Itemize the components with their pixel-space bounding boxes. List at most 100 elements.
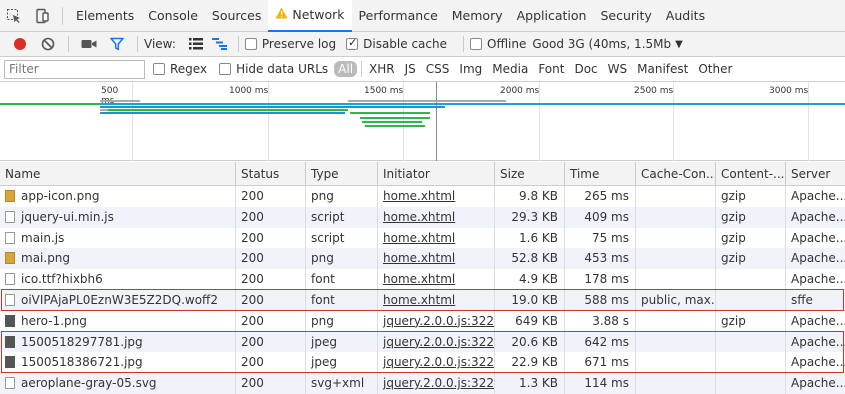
tab-console[interactable]: Console [141,0,205,32]
tab-security[interactable]: Security [593,0,658,32]
checkbox-box-checked[interactable] [346,36,359,50]
initiator-link[interactable]: jquery.2.0.0.js:3220 [377,352,494,374]
large-rows-button[interactable] [184,32,208,57]
initiator-link[interactable]: jquery.2.0.0.js:3220 [377,331,494,353]
column-header-server[interactable]: Server [785,162,845,186]
column-header-content-encoding[interactable]: Content-... [715,162,785,186]
filter-chip-ws[interactable]: WS [605,61,630,77]
tab-memory[interactable]: Memory [445,0,510,32]
cache-control-cell [635,269,715,290]
inspect-element-icon[interactable] [0,0,28,32]
toolbar-divider [68,36,69,52]
table-row[interactable]: 1500518386721.jpg 200 jpeg jquery.2.0.0.js:… [0,352,845,374]
type-cell: jpeg [305,331,377,353]
timeline-tick-label: 1500 ms [364,86,404,96]
initiator-link[interactable]: home.xhtml [377,269,494,290]
filter-chip-js[interactable]: JS [402,61,419,77]
disable-cache-checkbox[interactable]: Disable cache [346,36,447,51]
timeline-tick-label: 1000 ms [229,86,269,96]
cache-control-cell: public, max... [635,289,715,311]
hide-data-urls-label: Hide data URLs [236,62,329,76]
timeline-tick: 2500 ms [634,82,674,161]
column-header-initiator[interactable]: Initiator [377,162,494,186]
column-header-time[interactable]: Time [564,162,635,186]
server-cell: Apache... [785,206,845,228]
column-header-status[interactable]: Status [235,162,305,186]
initiator-link[interactable]: home.xhtml [377,206,494,228]
time-cell: 642 ms [564,331,635,353]
filter-chip-doc[interactable]: Doc [571,61,600,77]
initiator-link[interactable]: home.xhtml [377,227,494,249]
time-cell: 409 ms [564,206,635,228]
timeline-overview[interactable]: 500 ms 1000 ms 1500 ms 2000 ms 2500 ms 3… [0,82,845,161]
filter-chip-manifest[interactable]: Manifest [634,61,691,77]
view-label: View: [144,37,176,51]
status-cell: 200 [235,310,305,332]
initiator-link[interactable]: home.xhtml [377,186,494,207]
type-cell: png [305,248,377,270]
tab-label: Audits [665,8,706,23]
status-cell: 200 [235,373,305,394]
filter-chip-all[interactable]: All [334,61,358,77]
throttling-select[interactable]: Good 3G (40ms, 1.5Mb ▼ [532,37,682,51]
clear-button[interactable] [34,32,62,57]
checkbox-box[interactable] [219,63,232,75]
video-camera-icon [81,40,97,48]
column-header-size[interactable]: Size [494,162,564,186]
table-row[interactable]: oiVIPAjaPL0EznW3E5Z2DQ.woff2 200 font home.… [0,289,845,311]
initiator-link[interactable]: home.xhtml [377,289,494,311]
tab-audits[interactable]: Audits [659,0,712,32]
table-row[interactable]: main.js 200 script home.xhtml 1.6 KB 75 ms gzi… [0,227,845,249]
capture-screenshots-button[interactable] [75,32,103,57]
tab-label: Application [516,8,587,23]
table-row[interactable]: ico.ttf?hixbh6 200 font home.xhtml 4.9 KB 178… [0,269,845,290]
toolbar-divider [237,36,239,52]
requests-table-header: Name Status Type Initiator Size Time Cac… [0,162,845,186]
checkbox-box[interactable] [470,38,482,50]
checkbox-box[interactable] [153,63,165,75]
column-header-cache-control[interactable]: Cache-Con... [635,162,715,186]
initiator-link[interactable]: home.xhtml [377,248,494,270]
record-button[interactable] [6,32,34,57]
tab-performance[interactable]: Performance [352,0,445,32]
tab-label: Security [600,8,652,23]
initiator-link[interactable]: jquery.2.0.0.js:3220 [377,373,494,394]
table-row[interactable]: jquery-ui.min.js 200 script home.xhtml 29.3 … [0,206,845,228]
preserve-log-checkbox[interactable]: Preserve log [244,37,336,51]
filter-chip-font[interactable]: Font [535,61,567,77]
offline-checkbox[interactable]: Offline [470,37,526,51]
filter-chip-other[interactable]: Other [695,61,735,77]
initiator-link[interactable]: jquery.2.0.0.js:3220 [377,310,494,332]
server-cell: Apache... [785,331,845,353]
server-cell: Apache... [785,227,845,249]
table-row[interactable]: mai.png 200 png home.xhtml 52.8 KB 453 ms gzip… [0,248,845,270]
table-row[interactable]: 1500518297781.jpg 200 jpeg jquery.2.0.0.js:… [0,331,845,353]
table-row[interactable]: aeroplane-gray-05.svg 200 svg+xml jquery.2.… [0,373,845,394]
tab-application[interactable]: Application [510,0,594,32]
filter-chip-media[interactable]: Media [489,61,531,77]
table-row[interactable]: app-icon.png 200 png home.xhtml 9.8 KB 265 ms… [0,186,845,207]
request-name: 1500518297781.jpg [21,334,143,349]
timeline-bar [108,109,348,111]
server-cell: sffe [785,289,845,311]
column-header-type[interactable]: Type [305,162,377,186]
content-encoding-cell: gzip [715,206,785,228]
requests-table-body: app-icon.png 200 png home.xhtml 9.8 KB 265 ms… [0,186,845,394]
tab-network[interactable]: Network [268,0,352,32]
tab-sources[interactable]: Sources [205,0,268,32]
filter-chip-img[interactable]: Img [456,61,485,77]
type-cell: svg+xml [305,373,377,394]
show-overview-button[interactable] [208,32,232,57]
regex-checkbox[interactable]: Regex [153,62,207,76]
device-toolbar-icon[interactable] [28,0,56,32]
filter-chip-xhr[interactable]: XHR [366,61,398,77]
table-row[interactable]: hero-1.png 200 png jquery.2.0.0.js:3220 649 … [0,310,845,332]
column-header-name[interactable]: Name [0,162,235,186]
filter-input[interactable] [4,59,145,79]
checkbox-box[interactable] [244,38,257,50]
filter-toggle-button[interactable] [103,32,131,57]
filter-chip-css[interactable]: CSS [423,61,453,77]
tab-elements[interactable]: Elements [69,0,141,32]
image-file-icon [5,314,15,327]
hide-data-urls-checkbox[interactable]: Hide data URLs [219,62,328,76]
